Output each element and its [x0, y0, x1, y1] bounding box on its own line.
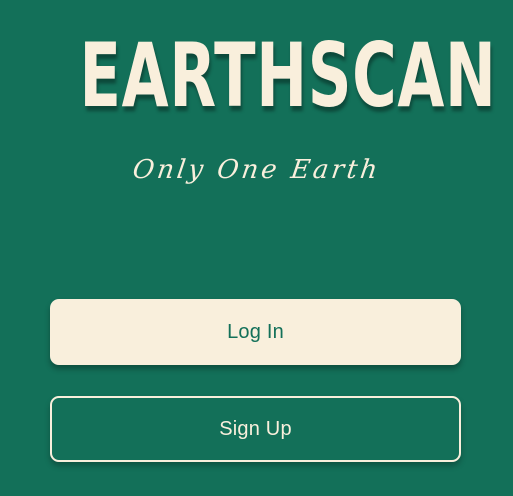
- signup-button[interactable]: Sign Up: [50, 396, 461, 462]
- app-tagline: Only One Earth: [130, 155, 383, 185]
- app-title: EARTHSCAN: [79, 24, 497, 127]
- login-button[interactable]: Log In: [50, 299, 461, 365]
